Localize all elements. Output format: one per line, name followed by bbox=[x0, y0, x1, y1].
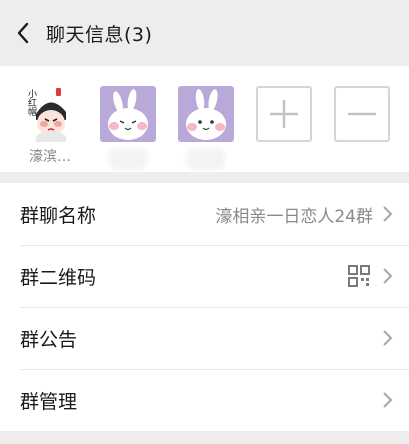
top-bar: 聊天信息(3) bbox=[0, 0, 409, 66]
settings-list: 群聊名称 濠相亲一日恋人24群 群二维码 群公告 群管理 bbox=[0, 183, 409, 431]
member-avatar: 小 红 帽 bbox=[22, 86, 78, 142]
chevron-right-icon bbox=[383, 268, 393, 284]
group-notice-label: 群公告 bbox=[20, 328, 78, 351]
group-name-row[interactable]: 群聊名称 濠相亲一日恋人24群 bbox=[0, 183, 409, 245]
qr-code-icon bbox=[348, 265, 370, 287]
member-item[interactable] bbox=[100, 86, 156, 166]
group-name-label: 群聊名称 bbox=[20, 204, 97, 227]
group-name-value: 濠相亲一日恋人24群 bbox=[215, 206, 373, 227]
svg-text:帽: 帽 bbox=[28, 106, 37, 118]
group-notice-row[interactable]: 群公告 bbox=[0, 307, 409, 369]
member-item[interactable] bbox=[178, 86, 234, 166]
minus-icon bbox=[348, 112, 376, 116]
group-qr-code-label: 群二维码 bbox=[20, 266, 97, 289]
chevron-right-icon bbox=[383, 392, 393, 408]
member-grid: 小 红 帽 濠滨… bbox=[0, 66, 409, 172]
group-qr-code-row[interactable]: 群二维码 bbox=[0, 245, 409, 307]
plus-icon bbox=[270, 100, 298, 128]
member-name: 濠滨… bbox=[29, 149, 71, 165]
member-name-hidden bbox=[113, 152, 143, 166]
member-item[interactable]: 小 红 帽 濠滨… bbox=[22, 86, 78, 166]
chevron-left-icon bbox=[17, 22, 29, 44]
chevron-right-icon bbox=[383, 206, 393, 222]
page-title: 聊天信息(3) bbox=[46, 23, 153, 46]
member-name-hidden bbox=[191, 152, 221, 166]
group-management-label: 群管理 bbox=[20, 390, 78, 413]
chevron-right-icon bbox=[383, 330, 393, 346]
member-avatar bbox=[100, 86, 156, 142]
group-management-row[interactable]: 群管理 bbox=[0, 369, 409, 431]
member-avatar bbox=[178, 86, 234, 142]
add-member-button[interactable] bbox=[256, 86, 312, 142]
remove-member-button[interactable] bbox=[334, 86, 390, 142]
back-button[interactable] bbox=[10, 20, 36, 46]
